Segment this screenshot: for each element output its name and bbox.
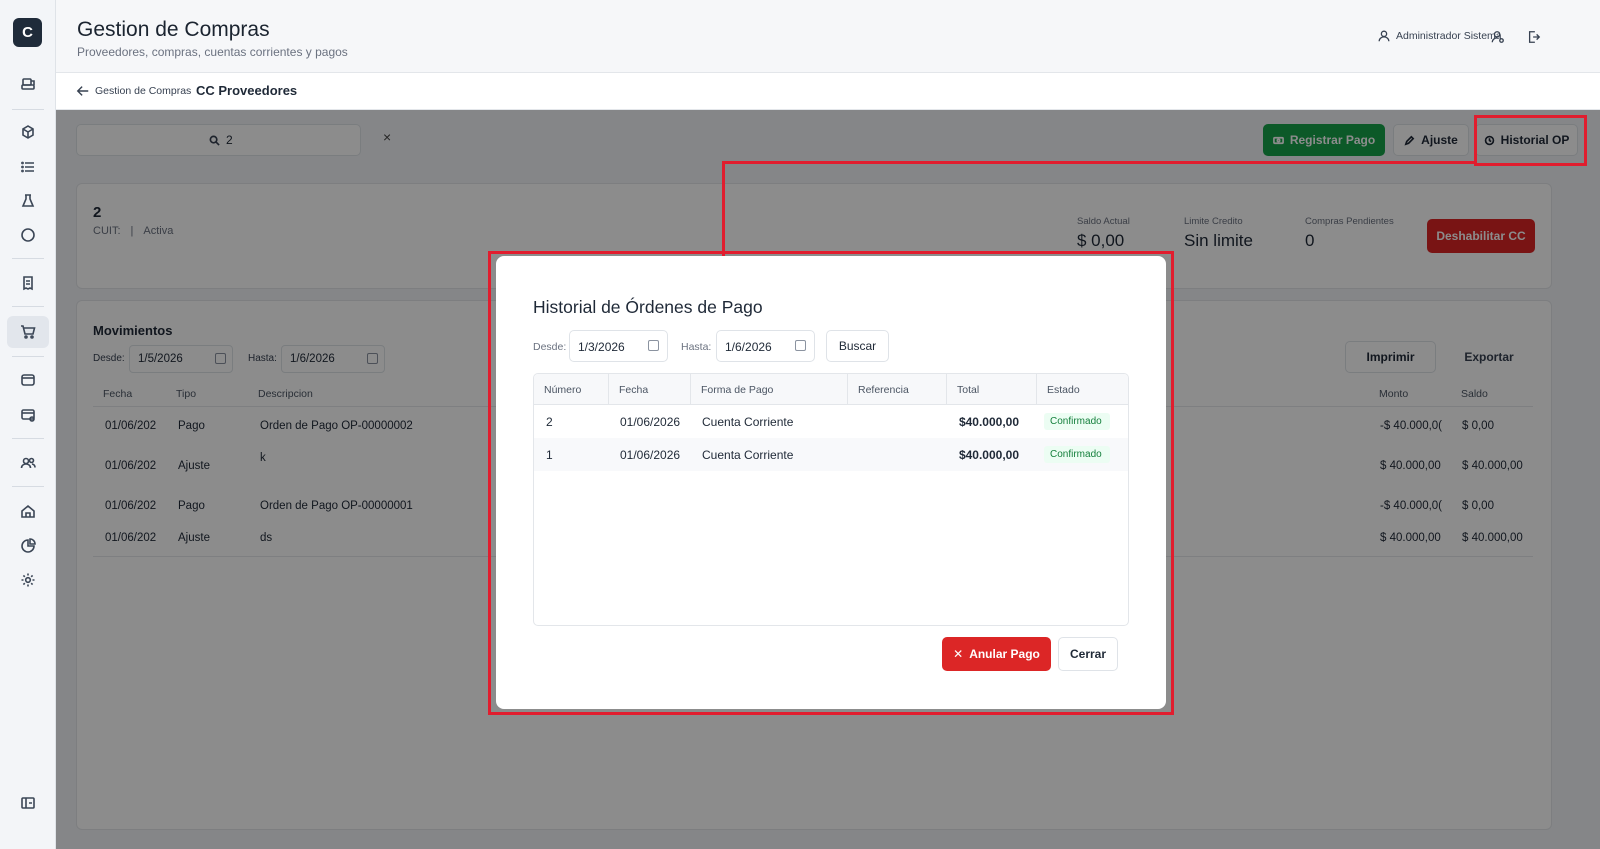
close-icon: ✕ bbox=[953, 647, 964, 661]
modal-hasta-value: 1/6/2026 bbox=[725, 340, 772, 354]
cerrar-button[interactable]: Cerrar bbox=[1058, 637, 1118, 671]
back-label: Gestion de Compras bbox=[95, 85, 192, 97]
cart-icon[interactable] bbox=[7, 316, 49, 348]
page-title: Gestion de Compras bbox=[77, 18, 270, 41]
modal-title: Historial de Órdenes de Pago bbox=[533, 297, 763, 317]
card-icon[interactable] bbox=[12, 399, 44, 431]
breadcrumb-current: CC Proveedores bbox=[196, 83, 298, 98]
modal-desde-label: Desde: bbox=[533, 341, 567, 353]
cell-total: $40.000,00 bbox=[958, 448, 1019, 462]
sidebar-divider bbox=[12, 438, 44, 439]
chart-pie-icon[interactable] bbox=[12, 530, 44, 562]
highlight-connector bbox=[722, 161, 725, 256]
sidebar-divider bbox=[12, 258, 44, 259]
calendar-icon bbox=[648, 340, 659, 351]
cell-fecha: 01/06/2026 bbox=[620, 415, 681, 429]
anular-pago-button[interactable]: ✕ Anular Pago bbox=[942, 637, 1051, 671]
col-fecha[interactable]: Fecha bbox=[609, 374, 691, 405]
list-icon[interactable] bbox=[12, 151, 44, 183]
buscar-button[interactable]: Buscar bbox=[826, 330, 889, 362]
panel-toggle-icon[interactable] bbox=[12, 787, 44, 819]
sidebar-divider bbox=[12, 486, 44, 487]
status-badge: Confirmado bbox=[1044, 446, 1110, 463]
app-logo[interactable]: C bbox=[13, 18, 42, 47]
arrow-left-icon bbox=[76, 86, 89, 96]
cell-numero: 1 bbox=[546, 448, 553, 462]
sidebar-divider bbox=[12, 306, 44, 307]
col-total[interactable]: Total bbox=[947, 374, 1037, 405]
user-name: Administrador Sistema bbox=[1396, 30, 1502, 42]
highlight-historial-button bbox=[1474, 115, 1587, 166]
ordenes-pago-table: Número Fecha Forma de Pago Referencia To… bbox=[533, 373, 1129, 626]
receipt-icon[interactable] bbox=[12, 267, 44, 299]
cell-forma-pago: Cuenta Corriente bbox=[702, 415, 794, 429]
breadcrumb: Gestion de Compras CC Proveedores bbox=[56, 73, 1600, 110]
table-row[interactable]: 1 01/06/2026 Cuenta Corriente $40.000,00… bbox=[534, 438, 1128, 471]
back-link[interactable]: Gestion de Compras bbox=[76, 84, 191, 98]
anular-pago-label: Anular Pago bbox=[969, 647, 1040, 661]
home-icon[interactable] bbox=[12, 495, 44, 527]
calendar-icon bbox=[795, 340, 806, 351]
modal-desde-input[interactable]: 1/3/2026 bbox=[569, 330, 668, 362]
modal-hasta-input[interactable]: 1/6/2026 bbox=[716, 330, 815, 362]
modal-hasta-label: Hasta: bbox=[681, 341, 712, 353]
modal-desde-value: 1/3/2026 bbox=[578, 340, 625, 354]
gear-icon[interactable] bbox=[12, 564, 44, 596]
col-forma-pago[interactable]: Forma de Pago bbox=[691, 374, 848, 405]
table-header: Número Fecha Forma de Pago Referencia To… bbox=[534, 374, 1128, 405]
flask-icon[interactable] bbox=[12, 185, 44, 217]
user-icon bbox=[1378, 30, 1390, 42]
sidebar: C bbox=[0, 0, 56, 849]
app-header: Gestion de Compras Proveedores, compras,… bbox=[56, 0, 1600, 73]
user-settings-icon[interactable] bbox=[1489, 28, 1507, 46]
col-referencia[interactable]: Referencia bbox=[848, 374, 947, 405]
col-estado[interactable]: Estado bbox=[1037, 374, 1128, 405]
page-subtitle: Proveedores, compras, cuentas corrientes… bbox=[77, 45, 348, 59]
status-badge: Confirmado bbox=[1044, 413, 1110, 430]
cell-total: $40.000,00 bbox=[958, 415, 1019, 429]
highlight-connector bbox=[722, 161, 1476, 164]
cell-numero: 2 bbox=[546, 415, 553, 429]
cash-register-icon[interactable] bbox=[12, 68, 44, 100]
cell-forma-pago: Cuenta Corriente bbox=[702, 448, 794, 462]
wallet-icon[interactable] bbox=[12, 364, 44, 396]
users-icon[interactable] bbox=[12, 447, 44, 479]
user-menu[interactable]: Administrador Sistema bbox=[1377, 29, 1502, 43]
box-icon[interactable] bbox=[12, 116, 44, 148]
sidebar-divider bbox=[12, 356, 44, 357]
table-row[interactable]: 2 01/06/2026 Cuenta Corriente $40.000,00… bbox=[534, 405, 1128, 438]
col-numero[interactable]: Número bbox=[534, 374, 609, 405]
historial-op-modal: Historial de Órdenes de Pago Desde: 1/3/… bbox=[496, 256, 1166, 709]
sidebar-divider bbox=[12, 109, 44, 110]
logout-icon[interactable] bbox=[1525, 28, 1543, 46]
circle-icon[interactable] bbox=[12, 219, 44, 251]
cell-fecha: 01/06/2026 bbox=[620, 448, 681, 462]
